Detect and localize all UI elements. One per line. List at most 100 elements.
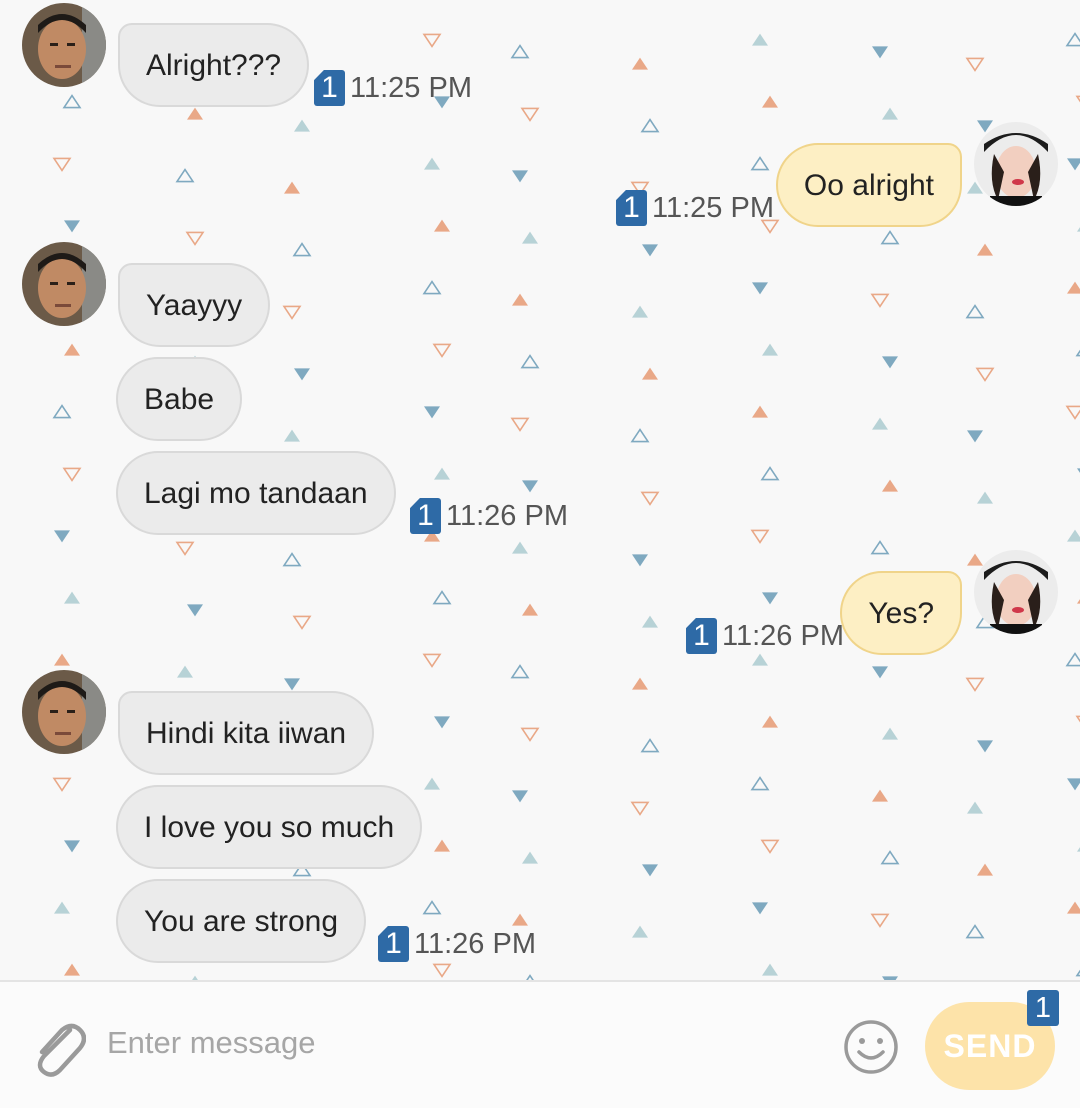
pattern-triangle	[967, 430, 983, 443]
pattern-triangle	[510, 664, 530, 679]
pattern-triangle	[424, 777, 440, 790]
pattern-triangle	[177, 665, 193, 678]
pattern-triangle	[642, 367, 658, 380]
paperclip-icon[interactable]	[30, 1016, 86, 1078]
pattern-triangle	[752, 653, 768, 666]
pattern-triangle	[294, 119, 310, 132]
contact-avatar[interactable]	[22, 242, 106, 326]
pattern-triangle	[432, 343, 452, 358]
pattern-triangle	[630, 428, 650, 443]
pattern-triangle	[512, 541, 528, 554]
message-receipt: 1 11:26 PM	[378, 922, 536, 962]
pattern-triangle	[520, 107, 540, 122]
message-bubble-outgoing[interactable]: Oo alright	[775, 143, 962, 227]
message-bubble-outgoing[interactable]: Yes?	[840, 571, 962, 655]
pattern-triangle	[977, 740, 993, 753]
pattern-triangle	[752, 405, 768, 418]
message-bubble-incoming[interactable]: You are strong	[116, 879, 367, 963]
contact-avatar[interactable]	[22, 670, 106, 754]
pattern-triangle	[965, 57, 985, 72]
message-bubble-incoming[interactable]: Alright???	[118, 23, 310, 107]
pattern-triangle	[64, 591, 80, 604]
pattern-triangle	[870, 293, 890, 308]
message-composer: SEND 1	[0, 980, 1080, 1108]
pattern-triangle	[882, 727, 898, 740]
message-input[interactable]	[105, 1012, 809, 1074]
message-receipt: 1 11:25 PM	[616, 186, 774, 226]
pattern-triangle	[750, 776, 770, 791]
my-avatar[interactable]	[974, 550, 1058, 634]
pattern-triangle	[760, 839, 780, 854]
pattern-triangle	[432, 963, 452, 978]
pattern-triangle	[422, 900, 442, 915]
pattern-triangle	[434, 219, 450, 232]
pattern-triangle	[434, 716, 450, 729]
pattern-triangle	[977, 243, 993, 256]
pattern-triangle	[187, 604, 203, 617]
pattern-triangle	[640, 738, 660, 753]
pattern-triangle	[882, 356, 898, 369]
message-timestamp: 11:26 PM	[414, 928, 536, 960]
pattern-triangle	[967, 553, 983, 566]
message-bubble-incoming[interactable]: Hindi kita iiwan	[118, 691, 375, 775]
pattern-triangle	[882, 479, 898, 492]
pattern-triangle	[630, 801, 650, 816]
unread-count-badge: 1	[410, 498, 441, 534]
pattern-triangle	[640, 491, 660, 506]
my-avatar[interactable]	[974, 122, 1058, 206]
message-bubble-incoming[interactable]: Yaayyy	[118, 263, 271, 347]
pattern-triangle	[975, 367, 995, 382]
pattern-triangle	[434, 839, 450, 852]
smiley-icon[interactable]	[842, 1018, 900, 1076]
message-bubble-incoming[interactable]: Babe	[116, 357, 243, 441]
pattern-triangle	[760, 466, 780, 481]
unread-count-badge: 1	[616, 190, 647, 226]
pattern-triangle	[520, 354, 540, 369]
pattern-triangle	[422, 280, 442, 295]
pattern-triangle	[422, 33, 442, 48]
pattern-triangle	[284, 678, 300, 691]
pattern-triangle	[1067, 529, 1080, 542]
pattern-triangle	[424, 157, 440, 170]
pattern-triangle	[752, 902, 768, 915]
pattern-triangle	[282, 552, 302, 567]
pattern-triangle	[175, 168, 195, 183]
pattern-triangle	[882, 107, 898, 120]
pattern-triangle	[1067, 158, 1080, 171]
message-list[interactable]: Alright??? Oo alright Yaayyy Babe Lagi m…	[0, 0, 1080, 980]
pattern-triangle	[872, 417, 888, 430]
unread-count-badge: 1	[686, 618, 717, 654]
message-timestamp: 11:26 PM	[722, 620, 844, 652]
pattern-triangle	[1067, 778, 1080, 791]
pattern-triangle	[750, 529, 770, 544]
pattern-triangle	[64, 840, 80, 853]
pattern-triangle	[1067, 281, 1080, 294]
pattern-triangle	[1065, 652, 1080, 667]
pattern-triangle	[977, 863, 993, 876]
pattern-triangle	[880, 850, 900, 865]
pattern-triangle	[62, 467, 82, 482]
pattern-triangle	[292, 615, 312, 630]
pattern-triangle	[752, 33, 768, 46]
pattern-triangle	[965, 304, 985, 319]
pattern-triangle	[510, 417, 530, 432]
pattern-triangle	[632, 925, 648, 938]
unread-count-badge: 1	[314, 70, 345, 106]
pattern-triangle	[762, 95, 778, 108]
pattern-triangle	[762, 715, 778, 728]
message-bubble-incoming[interactable]: Lagi mo tandaan	[116, 451, 396, 535]
pattern-triangle	[642, 615, 658, 628]
pattern-triangle	[632, 677, 648, 690]
unread-count-badge: 1	[378, 926, 409, 962]
pattern-triangle	[872, 46, 888, 59]
pattern-triangle	[965, 677, 985, 692]
pattern-triangle	[762, 343, 778, 356]
pattern-triangle	[292, 242, 312, 257]
pattern-triangle	[54, 530, 70, 543]
send-unread-badge: 1	[1027, 990, 1059, 1026]
pattern-triangle	[522, 480, 538, 493]
pattern-triangle	[52, 157, 72, 172]
pattern-triangle	[872, 666, 888, 679]
contact-avatar[interactable]	[22, 3, 106, 87]
message-bubble-incoming[interactable]: I love you so much	[116, 785, 423, 869]
